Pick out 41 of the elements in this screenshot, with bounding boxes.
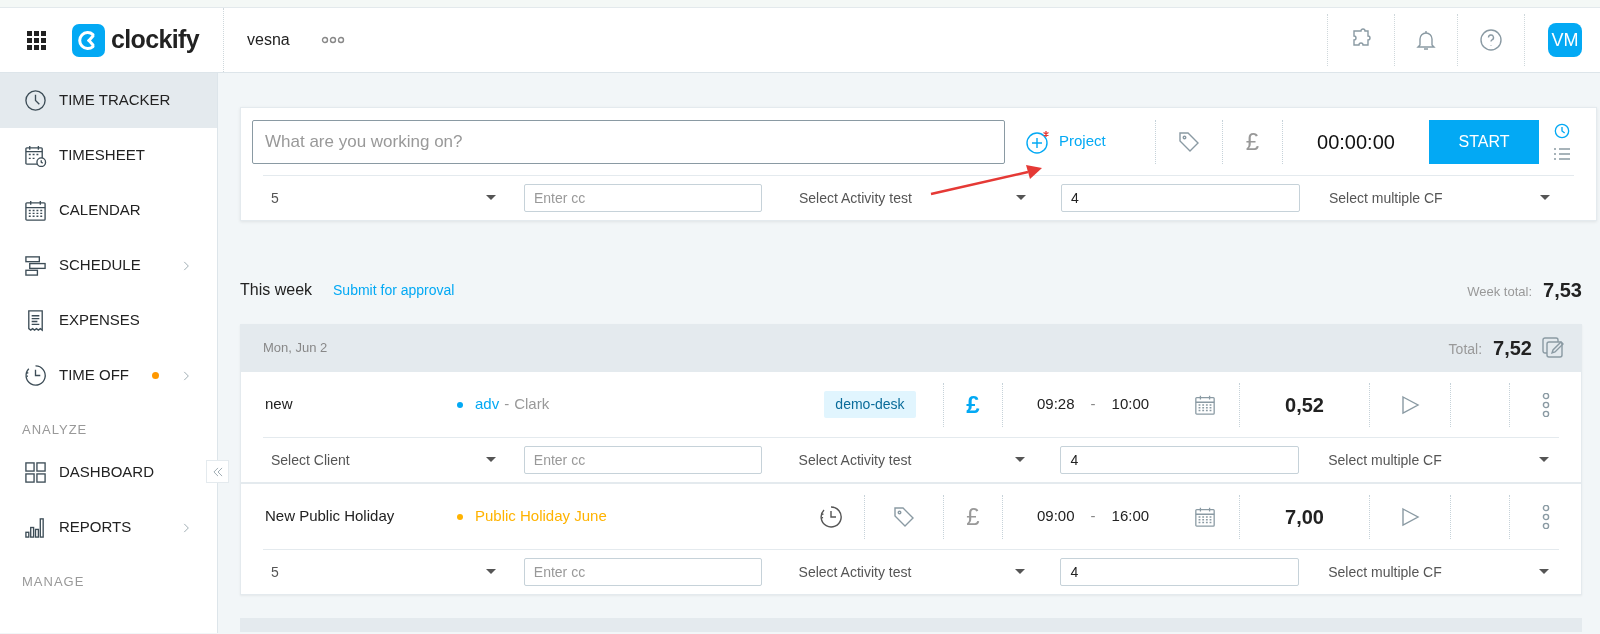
dropdown[interactable]: 5 [263,184,506,212]
week-total: 7,53 [1543,278,1582,303]
section-title: This week [240,280,313,300]
total-label: Total: [1448,339,1483,359]
end-time[interactable]: 16:00 [1111,505,1150,528]
sidebar-item[interactable]: TIME TRACKER [0,73,217,128]
time-separator: - [1090,394,1096,415]
section-heading: ANALYZE [22,420,88,439]
dropdown[interactable]: 5 [263,558,506,586]
time-separator: - [1090,506,1096,527]
timer-display: 00:00:00 [1316,129,1396,155]
project-separator: - [504,394,510,415]
workspace-name[interactable]: vesna [247,28,290,52]
input-field[interactable]: Enter cc [523,446,762,474]
dropdown[interactable]: Select multiple CF [1321,184,1560,212]
start-time[interactable]: 09:00 [1037,505,1075,528]
input-field[interactable]: Enter cc [524,184,762,212]
end-time[interactable]: 10:00 [1111,393,1150,416]
description-input[interactable]: What are you working on? [252,119,1005,164]
start-time[interactable]: 09:28 [1037,393,1075,416]
input-field[interactable]: 4 [1060,558,1300,586]
dropdown[interactable]: Select multiple CF [1320,446,1559,474]
entry-duration: 0,52 [1240,382,1370,427]
entry-duration: 7,00 [1240,494,1370,539]
tag-label[interactable]: demo-desk [824,391,916,418]
dropdown[interactable]: Select Activity test [791,184,1036,212]
day-date: Mon, Jun 2 [263,338,329,357]
dropdown[interactable]: Select Activity test [790,558,1036,586]
client-name: Clark [514,394,550,415]
input-field[interactable]: Enter cc [523,558,762,586]
logo-text: clockify [111,24,200,56]
dropdown[interactable]: Select multiple CF [1320,558,1559,586]
day-total: 7,52 [1493,335,1532,361]
dropdown[interactable]: Select Client [263,446,506,474]
input-field[interactable]: 4 [1061,184,1300,212]
entry-description[interactable]: New Public Holiday [241,505,457,528]
entry-description[interactable]: new [241,393,457,416]
dropdown[interactable]: Select Activity test [790,446,1036,474]
input-field[interactable]: 4 [1060,446,1300,474]
section-heading: MANAGE [22,572,85,591]
total-label: Week total: [1467,283,1533,302]
